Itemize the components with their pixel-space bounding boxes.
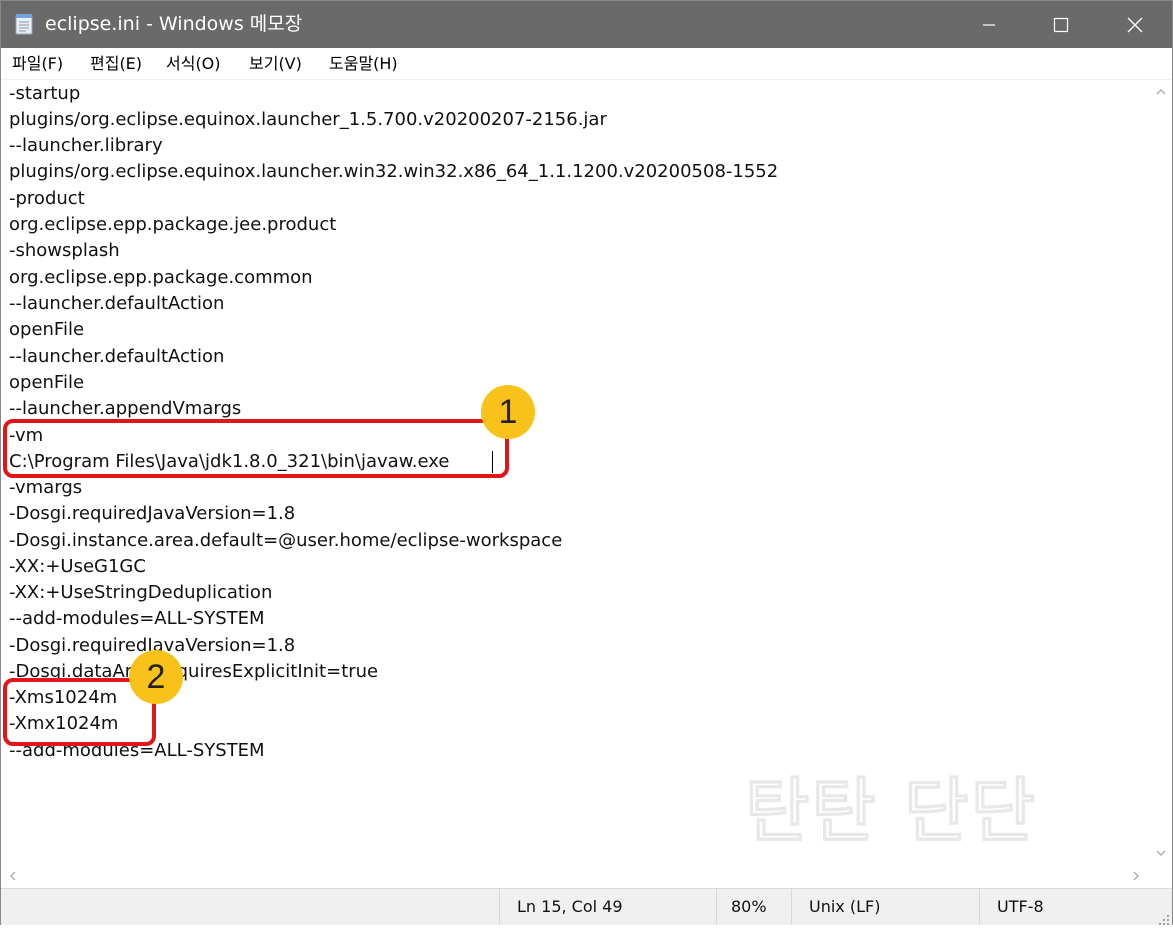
- annotation-badge-1: 1: [481, 385, 535, 439]
- text-line: openFile: [9, 372, 85, 393]
- text-line: --launcher.library: [9, 135, 163, 156]
- text-line: plugins/org.eclipse.equinox.launcher_1.5…: [9, 109, 607, 130]
- status-bar: Ln 15, Col 49 80% Unix (LF) UTF-8: [1, 888, 1172, 925]
- menu-help[interactable]: 도움말(H): [329, 53, 398, 75]
- text-line: -showsplash: [9, 240, 120, 261]
- scroll-right-arrow-icon[interactable]: [1124, 864, 1147, 887]
- text-editor[interactable]: -startup plugins/org.eclipse.equinox.lau…: [1, 80, 1149, 864]
- status-zoom: 80%: [731, 897, 767, 916]
- text-line: -vmargs: [9, 477, 83, 498]
- text-line: org.eclipse.epp.package.jee.product: [9, 214, 337, 235]
- notepad-icon: [15, 13, 33, 35]
- window-title: eclipse.ini - Windows 메모장: [45, 13, 303, 35]
- text-line: org.eclipse.epp.package.common: [9, 267, 313, 288]
- menu-edit[interactable]: 편집(E): [90, 53, 142, 75]
- scroll-left-arrow-icon[interactable]: [1, 864, 24, 887]
- menu-bar: 파일(F) 편집(E) 서식(O) 보기(V) 도움말(H): [1, 48, 1172, 80]
- horizontal-scrollbar[interactable]: [1, 864, 1149, 887]
- text-line: plugins/org.eclipse.equinox.launcher.win…: [9, 161, 779, 182]
- scroll-down-arrow-icon[interactable]: [1149, 841, 1172, 864]
- menu-view[interactable]: 보기(V): [249, 53, 302, 75]
- text-line: openFile: [9, 319, 85, 340]
- text-line: -product: [9, 188, 85, 209]
- maximize-icon: [1053, 17, 1069, 33]
- scrollbar-corner: [1149, 864, 1172, 887]
- status-divider: [499, 889, 500, 925]
- text-line: -startup: [9, 83, 81, 104]
- annotation-badge-2: 2: [129, 650, 183, 704]
- status-divider: [979, 889, 980, 925]
- status-cursor-position: Ln 15, Col 49: [517, 897, 623, 916]
- menu-format[interactable]: 서식(O): [166, 53, 221, 75]
- close-button[interactable]: [1099, 1, 1171, 48]
- resize-grip-icon[interactable]: [1158, 911, 1170, 925]
- text-line: -XX:+UseG1GC: [9, 556, 146, 577]
- menu-file[interactable]: 파일(F): [12, 53, 63, 75]
- status-line-ending: Unix (LF): [809, 897, 881, 916]
- status-divider: [716, 889, 717, 925]
- text-line: -Dosgi.requiredJavaVersion=1.8: [9, 503, 296, 524]
- text-line: -Dosgi.instance.area.default=@user.home/…: [9, 530, 563, 551]
- status-encoding: UTF-8: [997, 897, 1044, 916]
- scroll-up-arrow-icon[interactable]: [1149, 80, 1172, 103]
- maximize-button[interactable]: [1025, 1, 1097, 48]
- title-bar[interactable]: eclipse.ini - Windows 메모장: [1, 1, 1172, 48]
- notepad-window: eclipse.ini - Windows 메모장 파일(F) 편집(E) 서식…: [0, 0, 1173, 925]
- highlight-box-vm: [3, 419, 509, 478]
- text-line: --add-modules=ALL-SYSTEM: [9, 608, 265, 629]
- status-divider: [791, 889, 792, 925]
- text-line: --launcher.defaultAction: [9, 293, 225, 314]
- text-line: -XX:+UseStringDeduplication: [9, 582, 273, 603]
- minimize-icon: [982, 18, 996, 32]
- close-icon: [1127, 17, 1143, 33]
- text-line: --launcher.defaultAction: [9, 346, 225, 367]
- vertical-scrollbar[interactable]: [1149, 80, 1172, 864]
- watermark-text: 탄탄 단단: [745, 770, 1037, 852]
- minimize-button[interactable]: [953, 1, 1025, 48]
